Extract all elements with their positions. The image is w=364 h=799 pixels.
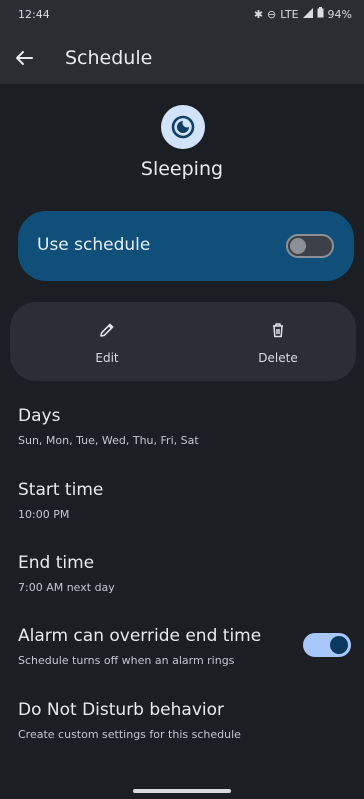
dnd-behavior-title: Do Not Disturb behavior [18,700,224,720]
app-bar: Schedule [0,32,364,84]
days-value: Sun, Mon, Tue, Wed, Thu, Fri, Sat [18,434,199,447]
alarm-override-toggle[interactable] [303,633,351,657]
trash-icon [269,321,287,343]
status-time: 12:44 [18,8,50,21]
pencil-icon [98,321,116,343]
network-label: LTE [280,7,299,21]
end-time-setting[interactable]: End time 7:00 AM next day [18,553,318,594]
battery-level: 94% [327,7,352,21]
start-time-value: 10:00 PM [18,508,70,521]
start-time-setting[interactable]: Start time 10:00 PM [18,480,318,521]
bluetooth-icon: ✱ [253,7,264,21]
start-time-title: Start time [18,480,104,500]
alarm-override-subtitle: Schedule turns off when an alarm rings [18,654,235,667]
days-setting[interactable]: Days Sun, Mon, Tue, Wed, Thu, Fri, Sat [18,406,318,447]
delete-label: Delete [258,351,298,365]
end-time-value: 7:00 AM next day [18,581,115,594]
sleep-clock-icon [161,105,205,149]
end-time-title: End time [18,553,95,573]
battery-icon [317,7,324,21]
actions-card: Edit Delete [10,302,356,381]
alarm-override-title: Alarm can override end time [18,626,262,646]
toggle-knob [330,636,348,654]
signal-icon [302,7,313,21]
edit-button[interactable]: Edit [80,321,134,365]
toggle-knob [290,238,306,254]
use-schedule-card[interactable]: Use schedule [18,211,354,281]
delete-button[interactable]: Delete [250,321,306,365]
edit-label: Edit [95,351,119,365]
status-icons: ✱ ⊖ LTE 94% [254,7,352,21]
dnd-behavior-subtitle: Create custom settings for this schedule [18,728,241,741]
arrow-left-icon[interactable] [12,46,36,70]
alarm-override-setting[interactable]: Alarm can override end time Schedule tur… [18,626,298,667]
days-title: Days [18,406,61,426]
home-indicator[interactable] [133,789,231,793]
status-bar: 12:44 ✱ ⊖ LTE 94% [0,0,364,32]
dnd-icon: ⊖ [267,7,277,21]
dnd-behavior-setting[interactable]: Do Not Disturb behavior Create custom se… [18,700,318,741]
page-title: Schedule [65,47,153,69]
use-schedule-toggle[interactable] [286,234,334,258]
use-schedule-label: Use schedule [37,235,151,255]
schedule-name: Sleeping [140,158,224,180]
